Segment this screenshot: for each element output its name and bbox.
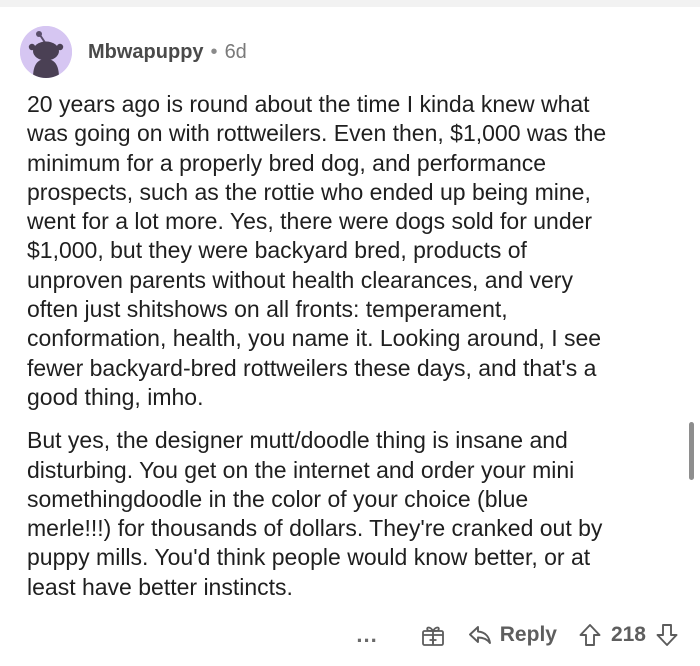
comment-meta: Mbwapuppy • 6d — [88, 41, 247, 64]
top-divider — [0, 0, 700, 7]
comment-paragraph-2: But yes, the designer mutt/doodle thing … — [27, 427, 603, 600]
downvote-arrow-icon[interactable] — [656, 623, 678, 647]
comment-body: 20 years ago is round about the time I k… — [27, 90, 677, 602]
upvote-arrow-icon[interactable] — [579, 623, 601, 647]
username[interactable]: Mbwapuppy — [88, 41, 204, 64]
comment-header: Mbwapuppy • 6d — [20, 26, 247, 78]
reply-label: Reply — [499, 623, 557, 646]
comment-actions: ... Reply 218 — [356, 619, 678, 651]
meta-separator: • — [210, 40, 218, 63]
gift-award-icon[interactable] — [420, 622, 446, 648]
reply-arrow-icon — [468, 626, 491, 644]
vote-count: 218 — [610, 623, 646, 646]
vote-controls: 218 — [579, 623, 678, 647]
comment-paragraph-1: 20 years ago is round about the time I k… — [27, 91, 607, 410]
more-options-button[interactable]: ... — [356, 622, 377, 648]
comment-age: 6d — [224, 40, 247, 63]
scrollbar-thumb[interactable] — [689, 422, 694, 480]
user-avatar[interactable] — [20, 26, 72, 78]
snoo-avatar-icon — [20, 26, 72, 78]
reply-button[interactable]: Reply — [468, 623, 557, 647]
